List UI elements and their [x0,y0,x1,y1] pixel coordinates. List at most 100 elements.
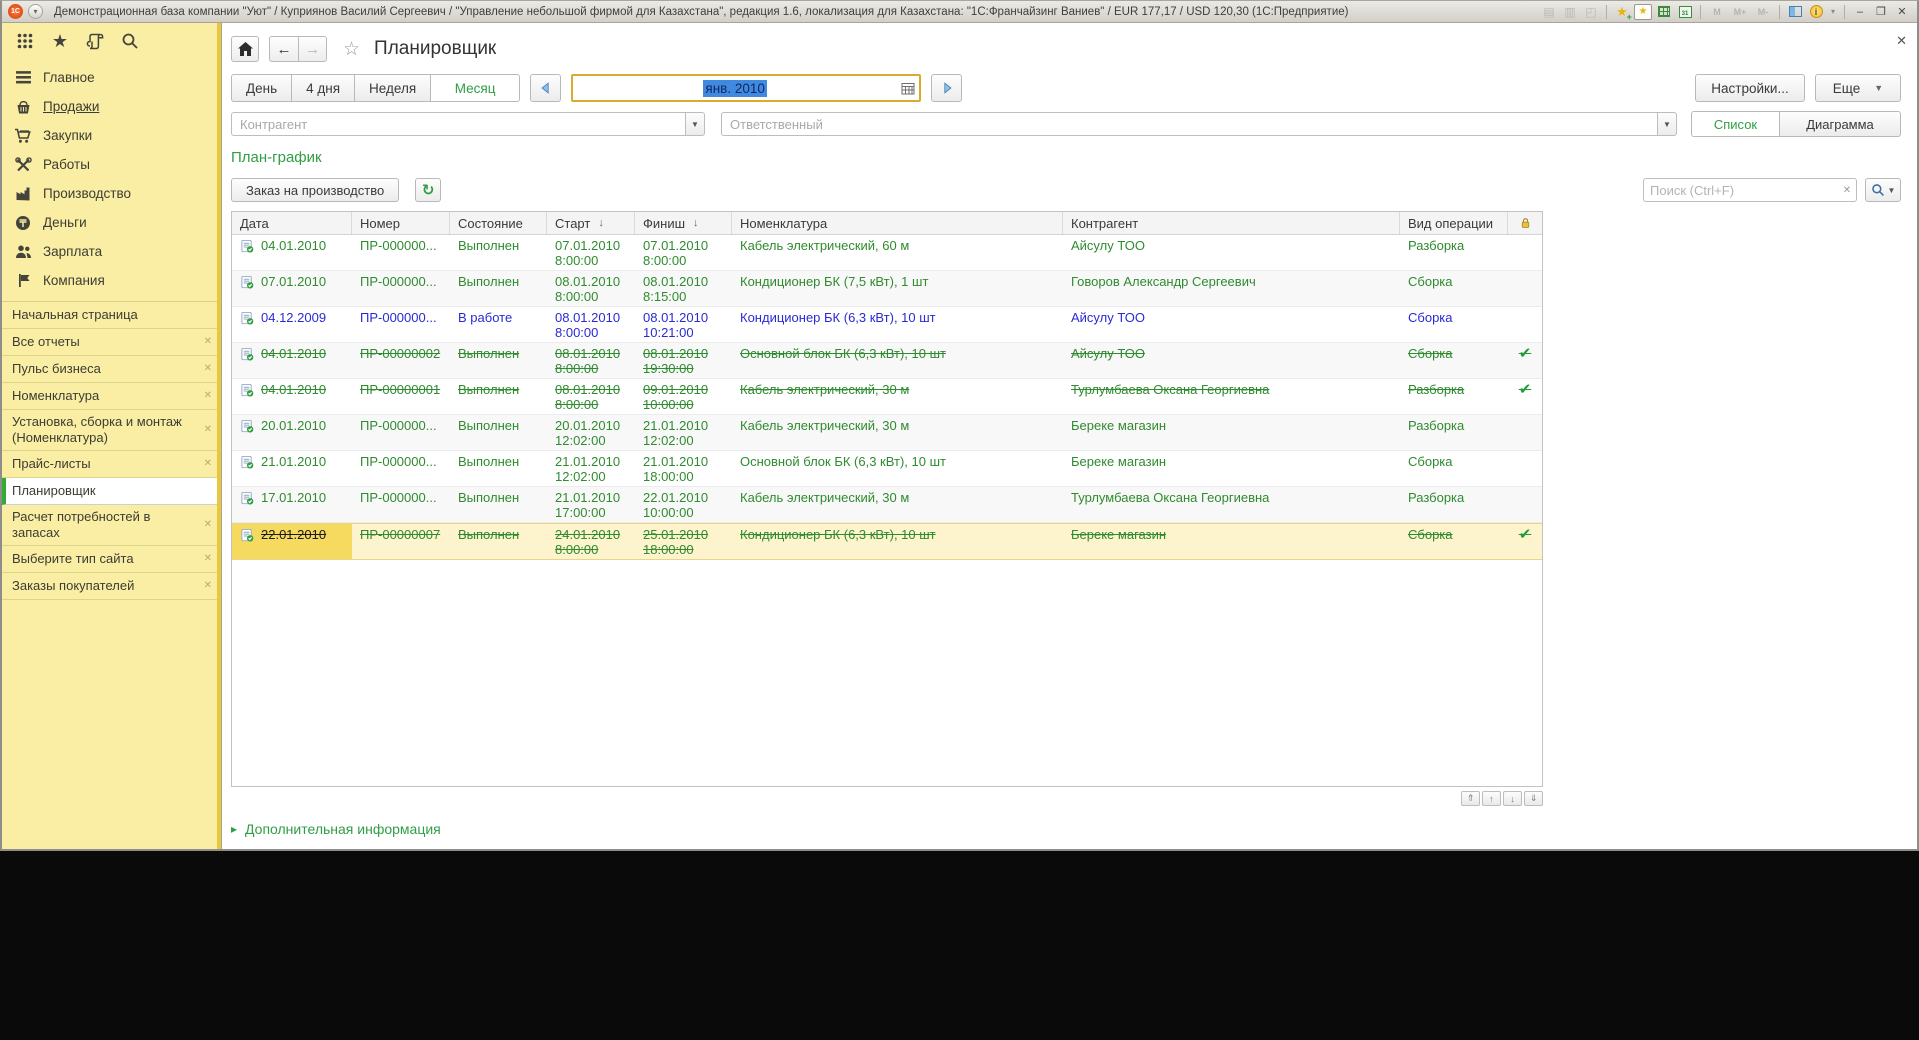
favorites-list-icon[interactable]: ★ [1634,4,1652,20]
sidebar-section-4[interactable]: Работы [2,150,217,179]
column-contragent[interactable]: Контрагент [1063,212,1400,234]
view-day-button[interactable]: День [231,74,291,102]
sidebar-section-6[interactable]: Деньги [2,208,217,237]
close-page-icon[interactable]: ✕ [204,388,212,404]
forward-button[interactable]: → [298,36,327,62]
additional-info-bar[interactable]: ▸ Дополнительная информация [231,817,1901,841]
sidebar-section-2[interactable]: Продажи [2,92,217,121]
refresh-button[interactable]: ↻ [415,178,441,202]
add-favorite-star-icon[interactable]: ★+ [1613,4,1631,20]
contragent-filter-input[interactable] [231,112,685,136]
sidebar-page-item[interactable]: Заказы покупателей ✕ [2,573,217,600]
previous-period-button[interactable] [530,74,561,102]
panels-layout-icon[interactable] [1786,4,1804,20]
close-form-icon[interactable]: ✕ [1896,33,1907,49]
sidebar-page-item[interactable]: Пульс бизнеса ✕ [2,356,217,383]
sections-grid-icon[interactable] [12,29,38,53]
table-row[interactable]: 04.01.2010 ПР-00000001 Выполнен 08.01.20… [232,379,1542,415]
table-scroll-buttons: ⇑ ↑ ↓ ⇓ [231,791,1543,807]
divider [1700,5,1701,19]
home-button[interactable] [231,36,259,62]
table-row[interactable]: 04.01.2010 ПР-00000002 Выполнен 08.01.20… [232,343,1542,379]
scroll-up-button[interactable]: ↑ [1482,791,1501,806]
sidebar-page-item[interactable]: Начальная страница [2,302,217,329]
table-row[interactable]: 20.01.2010 ПР-000000... Выполнен 20.01.2… [232,415,1542,451]
sidebar-section-1[interactable]: Главное [2,63,217,92]
production-order-button[interactable]: Заказ на производство [231,178,399,202]
restore-button[interactable]: ❐ [1872,4,1890,20]
search-button[interactable]: ▼ [1865,178,1901,202]
sidebar-section-8[interactable]: Компания [2,266,217,295]
view-week-button[interactable]: Неделя [354,74,430,102]
column-start[interactable]: Старт↓ [547,212,635,234]
column-state[interactable]: Состояние [450,212,547,234]
scroll-down-button[interactable]: ↓ [1503,791,1522,806]
close-button[interactable]: ✕ [1893,4,1911,20]
minimize-button[interactable]: – [1851,4,1869,20]
close-page-icon[interactable]: ✕ [204,456,212,472]
next-period-button[interactable] [931,74,962,102]
table-row[interactable]: 07.01.2010 ПР-000000... Выполнен 08.01.2… [232,271,1542,307]
responsible-filter-input[interactable] [721,112,1657,136]
info-dropdown-icon[interactable]: ▾ [1828,4,1838,20]
favorite-star-icon[interactable]: ☆ [343,38,360,61]
close-page-icon[interactable]: ✕ [204,578,212,594]
column-lock [1508,212,1542,234]
favorites-star-icon[interactable]: ★ [47,29,73,53]
calculator-table-icon[interactable] [1655,4,1673,20]
sidebar-page-item[interactable]: Установка, сборка и монтаж (Номенклатура… [2,410,217,451]
sidebar-page-item[interactable]: Все отчеты ✕ [2,329,217,356]
print-icon: ▥ [1561,4,1579,20]
table-row[interactable]: 21.01.2010 ПР-000000... Выполнен 21.01.2… [232,451,1542,487]
column-finish[interactable]: Финиш↓ [635,212,732,234]
scroll-to-bottom-button[interactable]: ⇓ [1524,791,1543,806]
close-page-icon[interactable]: ✕ [204,334,212,350]
additional-info-link[interactable]: Дополнительная информация [245,821,441,837]
sidebar-page-item[interactable]: Выберите тип сайта ✕ [2,546,217,573]
main-menu-button[interactable]: ▾ [28,4,43,19]
clear-search-icon[interactable]: ✕ [1838,185,1856,196]
search-input[interactable] [1644,183,1838,198]
memory-mminus-button: M- [1753,4,1773,20]
sidebar-section-5[interactable]: Производство [2,179,217,208]
column-nomenclature[interactable]: Номенклатура [732,212,1063,234]
table-row[interactable]: 17.01.2010 ПР-000000... Выполнен 21.01.2… [232,487,1542,523]
settings-button[interactable]: Настройки... [1695,74,1805,102]
sidebar-page-item[interactable]: Планировщик [2,478,217,505]
close-page-icon[interactable]: ✕ [204,551,212,567]
calendar-icon[interactable]: 31 [1676,4,1694,20]
sidebar-page-item[interactable]: Прайс-листы ✕ [2,451,217,478]
column-number[interactable]: Номер [352,212,450,234]
close-page-icon[interactable]: ✕ [204,422,212,438]
column-operation[interactable]: Вид операции [1400,212,1508,234]
sidebar-pages: Начальная страница Все отчеты ✕ Пульс би… [2,301,217,600]
sidebar-page-item[interactable]: Номенклатура ✕ [2,383,217,410]
search-icon[interactable] [117,29,143,53]
close-page-icon[interactable]: ✕ [204,517,212,533]
document-check-icon [240,491,255,506]
more-button[interactable]: Еще▼ [1815,74,1901,102]
responsible-dropdown-icon[interactable]: ▼ [1657,112,1677,136]
table-row[interactable]: 22.01.2010 ПР-00000007 Выполнен 24.01.20… [232,523,1542,560]
sidebar-page-label: Все отчеты [12,334,80,350]
list-view-button[interactable]: Список [1691,111,1779,137]
sidebar-section-3[interactable]: Закупки [2,121,217,150]
table-row[interactable]: 04.01.2010 ПР-000000... Выполнен 07.01.2… [232,235,1542,271]
history-icon[interactable] [82,29,108,53]
calendar-picker-icon[interactable] [897,82,919,95]
diagram-view-button[interactable]: Диаграмма [1779,111,1901,137]
done-check-icon: ✔ [1516,527,1534,542]
view-4days-button[interactable]: 4 дня [291,74,354,102]
sidebar-page-item[interactable]: Расчет потребностей в запасах ✕ [2,505,217,546]
period-input[interactable]: янв. 2010 [571,74,921,102]
scroll-to-top-button[interactable]: ⇑ [1461,791,1480,806]
column-date[interactable]: Дата [232,212,352,234]
info-icon[interactable]: i [1807,4,1825,20]
contragent-dropdown-icon[interactable]: ▼ [685,112,705,136]
table-row[interactable]: 04.12.2009 ПР-000000... В работе 08.01.2… [232,307,1542,343]
close-page-icon[interactable]: ✕ [204,361,212,377]
back-button[interactable]: ← [269,36,298,62]
sidebar-section-7[interactable]: Зарплата [2,237,217,266]
view-month-button[interactable]: Месяц [430,74,520,102]
money-coin-icon [14,215,32,231]
